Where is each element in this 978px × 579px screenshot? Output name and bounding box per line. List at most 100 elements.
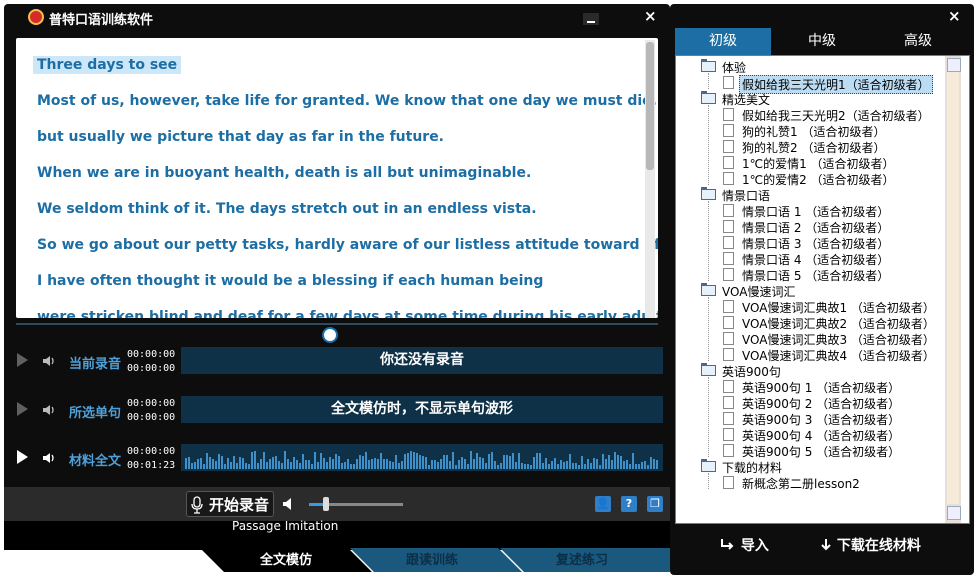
play-icon[interactable] — [17, 353, 28, 367]
tree-folder[interactable]: 英语900句 — [722, 363, 781, 380]
waveform-bar — [401, 461, 403, 469]
tree-item[interactable]: 英语900句 2 （适合初级者） — [742, 395, 900, 412]
waveform-bar — [338, 456, 340, 469]
tree-scrollbar[interactable] — [945, 56, 961, 523]
waveform-bar — [491, 452, 493, 469]
waveform-bar — [605, 459, 607, 469]
passage-line[interactable]: We seldom think of it. The days stretch … — [37, 201, 537, 217]
minimize-button[interactable] — [583, 13, 599, 25]
row-label: 所选单句 — [69, 406, 122, 421]
material-tree[interactable]: 体验 假如给我三天光明1（适合初级者） 精选美文 假如给我三天光明2（适合初级者） 狗的… — [675, 55, 970, 524]
scroll-up-button[interactable] — [947, 58, 961, 72]
waveform-bar — [233, 456, 235, 469]
tree-item[interactable]: VOA慢速词汇典故4 （适合初级者） — [742, 347, 935, 364]
user-button[interactable]: 👤 — [595, 496, 611, 512]
document-icon — [723, 204, 734, 217]
tree-item[interactable]: 1℃的爱情1 （适合初级者） — [742, 155, 895, 172]
recording-waveform-panel: 你还没有录音 — [181, 347, 663, 374]
start-recording-button[interactable]: 开始录音 — [186, 491, 274, 517]
passage-line[interactable]: but usually we picture that day as far i… — [37, 129, 444, 145]
waveform-bar — [272, 457, 274, 469]
waveform-bar — [344, 462, 346, 469]
tab-passage-imitation[interactable]: 全文模仿 — [224, 548, 348, 573]
passage-line-title[interactable]: Three days to see — [33, 56, 182, 74]
volume-slider[interactable] — [309, 497, 403, 511]
volume-thumb[interactable] — [322, 497, 329, 511]
tree-folder[interactable]: 体验 — [722, 59, 746, 76]
tree-item[interactable]: VOA慢速词汇典故3 （适合初级者） — [742, 331, 935, 348]
panel-close-button[interactable]: × — [948, 7, 961, 25]
passage-line[interactable]: I have often thought it would be a bless… — [37, 273, 543, 289]
waveform-bar — [581, 456, 583, 469]
download-online-button[interactable]: 下载在线材料 — [820, 535, 921, 555]
passage-line[interactable]: When we are in buoyant health, death is … — [37, 165, 531, 181]
tree-item[interactable]: 假如给我三天光明2（适合初级者） — [742, 107, 930, 124]
volume-icon[interactable] — [282, 497, 296, 511]
passage-line[interactable]: So we go about our petty tasks, hardly a… — [37, 237, 658, 253]
tree-folder[interactable]: 精选美文 — [722, 91, 770, 108]
waveform-bar — [239, 457, 241, 469]
full-text-waveform[interactable] — [181, 444, 663, 471]
tree-item[interactable]: 情景口语 1 （适合初级者） — [742, 203, 889, 220]
tree-item[interactable]: 情景口语 3 （适合初级者） — [742, 235, 889, 252]
waveform-bar — [524, 464, 526, 469]
waveform-bar — [635, 464, 637, 469]
tree-item[interactable]: 情景口语 2 （适合初级者） — [742, 219, 889, 236]
waveform-bar — [443, 455, 445, 469]
passage-line[interactable]: were stricken blind and deaf for a few d… — [37, 309, 658, 318]
tree-item[interactable]: 英语900句 5 （适合初级者） — [742, 443, 900, 460]
window-mode-button[interactable]: ❐ — [647, 496, 663, 512]
import-button[interactable]: 导入 — [720, 535, 769, 555]
waveform-bar — [536, 453, 538, 469]
waveform-bar — [308, 460, 310, 469]
scrollbar-thumb[interactable] — [646, 42, 654, 170]
close-button[interactable]: × — [644, 7, 657, 25]
waveform-bar — [521, 463, 523, 469]
document-icon — [723, 300, 734, 313]
waveform-bar — [647, 465, 649, 469]
tree-item[interactable]: VOA慢速词汇典故1 （适合初级者） — [742, 299, 935, 316]
waveform-bar — [437, 462, 439, 469]
tab-follow-reading[interactable]: 跟读训练 — [370, 548, 494, 573]
waveform-bar — [269, 459, 271, 469]
scroll-down-button[interactable] — [947, 506, 961, 520]
speaker-icon[interactable] — [42, 354, 56, 368]
help-button[interactable]: ? — [621, 496, 637, 512]
tree-item[interactable]: 情景口语 4 （适合初级者） — [742, 251, 889, 268]
tree-item[interactable]: 狗的礼赞2 （适合初级者） — [742, 139, 885, 156]
tree-folder[interactable]: 下载的材料 — [722, 459, 782, 476]
waveform-bar — [365, 452, 367, 469]
tree-item[interactable]: 英语900句 1 （适合初级者） — [742, 379, 900, 396]
play-icon[interactable] — [17, 402, 28, 416]
tree-folder[interactable]: 情景口语 — [722, 187, 770, 204]
time-elapsed: 00:00:00 — [127, 398, 176, 409]
waveform-bar — [206, 453, 208, 469]
speaker-icon[interactable] — [42, 403, 56, 417]
progress-knob[interactable] — [322, 327, 338, 343]
waveform-bar — [353, 464, 355, 469]
play-icon[interactable] — [17, 450, 28, 464]
tree-item[interactable]: 1℃的爱情2 （适合初级者） — [742, 171, 895, 188]
progress-track[interactable] — [16, 323, 658, 325]
tab-beginner[interactable]: 初级 — [675, 28, 771, 55]
tab-advanced[interactable]: 高级 — [870, 28, 966, 55]
selected-sentence-row: 所选单句 00:00:00 00:00:00 全文模仿时，不显示单句波形 — [4, 395, 670, 425]
tree-item[interactable]: 情景口语 5 （适合初级者） — [742, 267, 889, 284]
document-icon — [723, 332, 734, 345]
tree-item[interactable]: 新概念第二册lesson2 — [742, 475, 860, 492]
document-icon — [723, 220, 734, 233]
passage-scrollbar[interactable] — [645, 40, 655, 318]
tab-retell-practice[interactable]: 复述练习 — [520, 548, 644, 573]
tab-intermediate[interactable]: 中级 — [774, 28, 870, 55]
speaker-icon[interactable] — [42, 451, 56, 465]
tree-folder[interactable]: VOA慢速词汇 — [722, 283, 795, 300]
passage-line[interactable]: Most of us, however, take life for grant… — [37, 93, 657, 109]
tree-item[interactable]: 英语900句 3 （适合初级者） — [742, 411, 900, 428]
tree-item[interactable]: VOA慢速词汇典故2 （适合初级者） — [742, 315, 935, 332]
folder-icon — [701, 187, 716, 200]
passage-text-panel[interactable]: Three days to see Most of us, however, t… — [16, 38, 658, 318]
tree-guide-line — [708, 297, 709, 361]
scrollbar-track[interactable] — [947, 72, 959, 504]
tree-item[interactable]: 狗的礼赞1 （适合初级者） — [742, 123, 885, 140]
tree-item[interactable]: 英语900句 4 （适合初级者） — [742, 427, 900, 444]
